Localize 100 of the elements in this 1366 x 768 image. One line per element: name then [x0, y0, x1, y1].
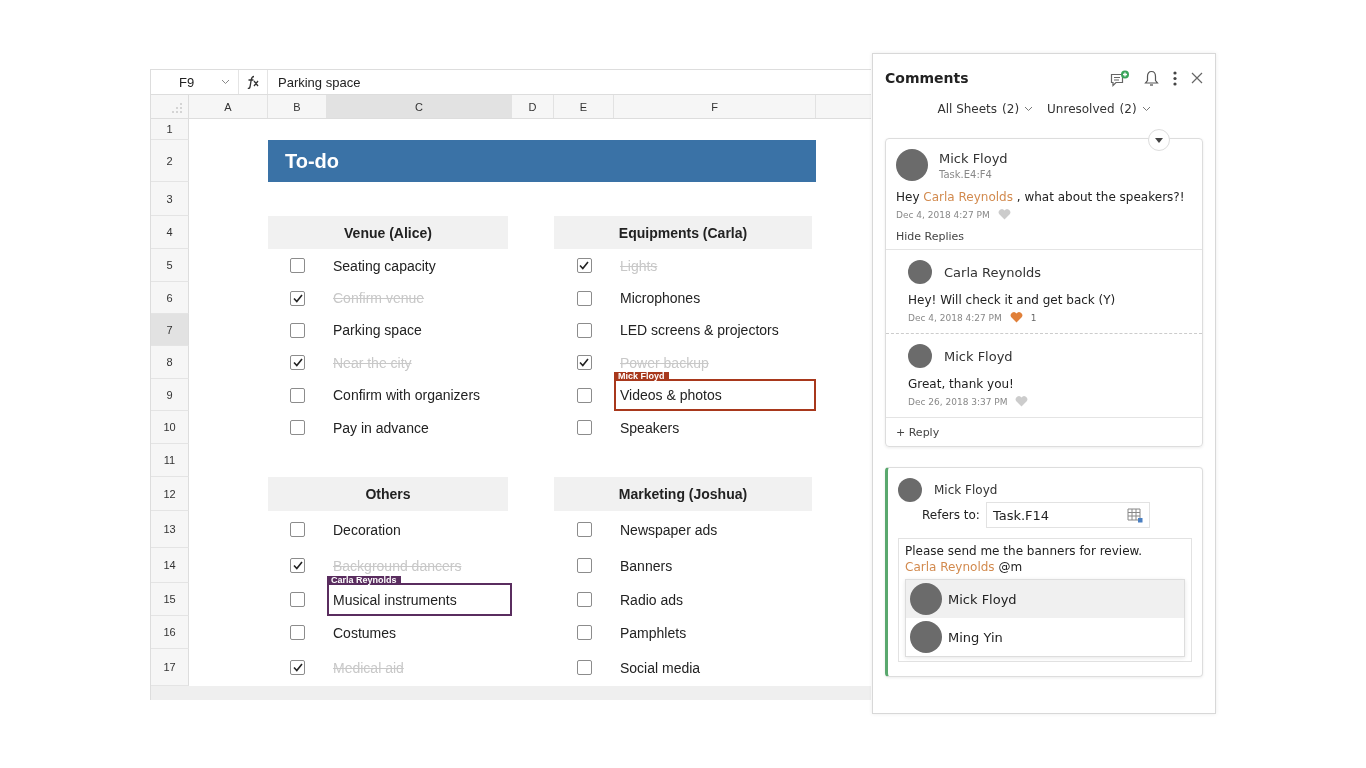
checkbox[interactable] [290, 592, 305, 607]
row-header[interactable]: 9 [151, 379, 189, 411]
task-label: Musical instruments [333, 591, 457, 608]
author-name: Mick Floyd [944, 348, 1013, 364]
task-label: Social media [620, 659, 701, 676]
reply-link[interactable]: + Reply [896, 426, 940, 439]
checkbox[interactable] [576, 387, 592, 403]
checkbox[interactable] [576, 558, 592, 573]
row-header[interactable]: 12 [151, 477, 189, 511]
task-label: Pamphlets [620, 624, 687, 641]
checkbox[interactable] [290, 660, 305, 675]
comment-date: Dec 4, 2018 4:27 PM [896, 209, 990, 220]
reply-text: Great, thank you! [908, 376, 1015, 392]
close-icon[interactable] [1191, 72, 1203, 84]
checkbox[interactable] [290, 322, 305, 338]
horizontal-scrollbar[interactable] [151, 686, 871, 700]
checkbox[interactable] [576, 522, 592, 537]
column-header[interactable]: F [614, 95, 816, 118]
row-header[interactable]: 10 [151, 411, 189, 444]
filter-dropdown[interactable]: Unresolved (2) [1047, 102, 1151, 116]
avatar [908, 260, 932, 284]
checkbox[interactable] [290, 258, 305, 273]
panel-title: Comments [885, 70, 969, 86]
author-name: Carla Reynolds [944, 264, 1042, 280]
row-header[interactable]: 13 [151, 511, 189, 548]
checkbox[interactable] [576, 355, 592, 370]
checkbox[interactable] [576, 420, 592, 435]
mention-suggestion[interactable]: Mick Floyd [906, 580, 1184, 618]
checkbox[interactable] [576, 258, 592, 273]
reply-date: Dec 4, 2018 4:27 PM [908, 312, 1002, 323]
task-label: Speakers [620, 419, 680, 436]
checkbox[interactable] [290, 355, 305, 370]
bell-icon[interactable] [1144, 69, 1159, 87]
row-header[interactable]: 14 [151, 548, 189, 583]
add-comment-icon[interactable] [1110, 69, 1130, 87]
checkbox[interactable] [576, 592, 592, 607]
checkbox[interactable] [290, 290, 305, 306]
formula-field[interactable]: Parking space [268, 70, 871, 94]
column-header[interactable]: D [512, 95, 554, 118]
caret-icon [221, 79, 230, 85]
comment-input[interactable]: Please send me the banners for review. Carla Reynolds @m [905, 543, 1185, 575]
column-header[interactable]: E [554, 95, 614, 118]
row-header[interactable]: 5 [151, 249, 189, 282]
section-heading: Others [268, 477, 508, 511]
row-header[interactable]: 4 [151, 216, 189, 249]
checkbox[interactable] [576, 625, 592, 640]
comment-text: Hey Carla Reynolds , what about the speakers?! [896, 189, 1186, 205]
author-name: Mick Floyd [934, 483, 998, 497]
heart-icon[interactable] [1009, 312, 1023, 323]
task-label: Seating capacity [333, 257, 436, 274]
row-header[interactable]: 2 [151, 140, 189, 182]
reply-text: Hey! Will check it and get back (Y) [908, 292, 1117, 308]
filter-dropdown[interactable]: All Sheets (2) [937, 102, 1034, 116]
section-heading: Equipments (Carla) [554, 216, 812, 249]
task-label: Decoration [333, 521, 401, 538]
checkbox[interactable] [290, 625, 305, 640]
task-label: Confirm with organizers [333, 387, 481, 403]
caret-icon [1155, 137, 1163, 143]
title-banner: To-do [268, 140, 816, 182]
reference-field[interactable]: Task.F14 [985, 502, 1150, 528]
checkbox[interactable] [290, 387, 305, 403]
task-label: Parking space [333, 322, 422, 338]
collaborator-tag: Carla Reynolds [327, 576, 401, 585]
like-count: 1 [1030, 312, 1037, 323]
task-label: Costumes [333, 624, 397, 641]
row-header[interactable]: 3 [151, 182, 189, 216]
mention-suggestion[interactable]: Ming Yin [906, 618, 1184, 656]
row-header[interactable]: 8 [151, 346, 189, 379]
column-header[interactable]: A [189, 95, 268, 118]
column-header[interactable]: C [327, 95, 512, 118]
task-label: Videos & photos [620, 387, 722, 403]
avatar [908, 344, 932, 368]
row-header[interactable]: 17 [151, 649, 189, 686]
caret-icon [1141, 106, 1151, 112]
checkbox[interactable] [576, 322, 592, 338]
row-header[interactable]: 7 [151, 314, 189, 346]
name-box[interactable]: F9 [151, 70, 239, 94]
more-icon[interactable] [1173, 70, 1177, 86]
row-header[interactable]: 1 [151, 119, 189, 140]
section-heading: Marketing (Joshua) [554, 477, 812, 511]
checkbox[interactable] [576, 290, 592, 306]
row-header[interactable]: 6 [151, 282, 189, 314]
checkbox[interactable] [576, 660, 592, 675]
grid-icon[interactable] [1126, 507, 1143, 523]
cell-reference: Task.E4:F4 [939, 168, 993, 180]
checkbox[interactable] [290, 420, 305, 435]
task-label: Newspaper ads [620, 521, 718, 538]
task-label: Radio ads [620, 591, 684, 608]
collapse-button[interactable] [1148, 129, 1170, 151]
row-header[interactable]: 15 [151, 583, 189, 616]
avatar [898, 478, 922, 502]
row-header[interactable]: 11 [151, 444, 189, 477]
checkbox[interactable] [290, 558, 305, 573]
hide-replies-link[interactable]: Hide Replies [896, 230, 1192, 243]
avatar [896, 149, 928, 181]
refers-label: Refers to: [922, 508, 980, 522]
checkbox[interactable] [290, 522, 305, 537]
task-label: LED screens & projectors [620, 322, 779, 338]
row-header[interactable]: 16 [151, 616, 189, 649]
collaborator-tag: Mick Floyd [614, 372, 669, 381]
